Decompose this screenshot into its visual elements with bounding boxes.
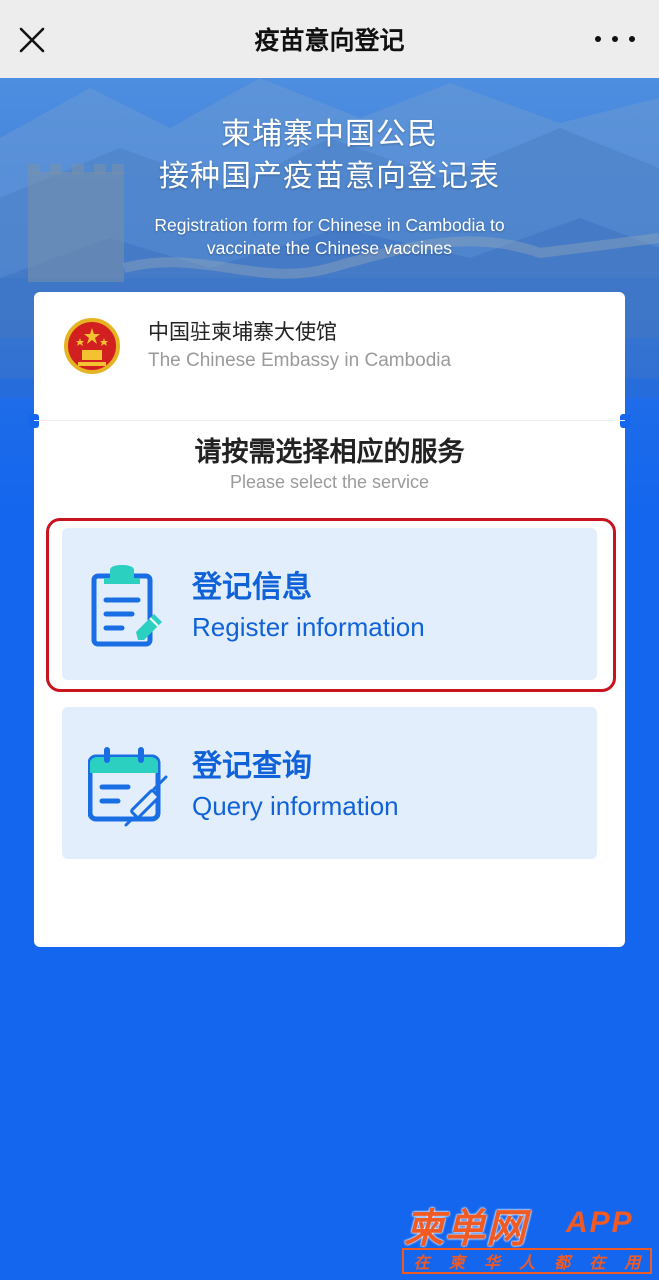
card-notch-right bbox=[620, 414, 630, 428]
more-icon[interactable] bbox=[595, 28, 635, 50]
close-icon[interactable] bbox=[16, 24, 48, 56]
watermark-slogan: 在 柬 华 人 都 在 用 bbox=[402, 1248, 652, 1274]
calendar-syringe-icon bbox=[88, 747, 168, 827]
watermark-slogan-char: 在 bbox=[589, 1253, 606, 1272]
query-information-label-en: Query information bbox=[192, 791, 399, 821]
embassy-name-en: The Chinese Embassy in Cambodia bbox=[148, 350, 452, 371]
service-card: 中国驻柬埔寨大使馆 The Chinese Embassy in Cambodi… bbox=[29, 292, 630, 947]
embassy-name-cn: 中国驻柬埔寨大使馆 bbox=[148, 320, 337, 344]
national-emblem-icon bbox=[64, 318, 120, 374]
query-information-button[interactable]: 登记查询 Query information bbox=[62, 707, 597, 859]
watermark-slogan-char: 都 bbox=[554, 1253, 571, 1272]
top-bar: 疫苗意向登记 bbox=[0, 0, 659, 78]
hero-title-line2: 接种国产疫苗意向登记表 bbox=[159, 159, 500, 194]
hero-subtitle-line1: Registration form for Chinese in Cambodi… bbox=[154, 215, 505, 235]
hero-subtitle-line2: vaccinate the Chinese vaccines bbox=[206, 238, 453, 258]
watermark-slogan-char: 在 bbox=[413, 1253, 430, 1272]
watermark-slogan-char: 人 bbox=[518, 1253, 535, 1272]
hero-title-line1: 柬埔寨中国公民 bbox=[221, 117, 438, 152]
clipboard-edit-icon bbox=[91, 565, 162, 647]
hero-title: 柬埔寨中国公民 接种国产疫苗意向登记表 bbox=[0, 114, 659, 198]
watermark-slogan-char: 用 bbox=[624, 1253, 641, 1272]
card-notch-left bbox=[29, 414, 39, 428]
register-information-label-cn: 登记信息 bbox=[192, 570, 312, 605]
register-information-label-en: Register information bbox=[192, 612, 425, 642]
query-information-label-cn: 登记查询 bbox=[192, 749, 312, 784]
watermark-slogan-char: 柬 bbox=[448, 1253, 465, 1272]
hero-subtitle: Registration form for Chinese in Cambodi… bbox=[0, 214, 659, 260]
select-service-subheading: Please select the service bbox=[229, 472, 430, 492]
watermark-slogan-char: 华 bbox=[483, 1253, 500, 1272]
divider bbox=[34, 420, 625, 421]
watermark: 柬单网 APP 在 柬 华 人 都 在 用 bbox=[400, 1196, 659, 1280]
watermark-logo: 柬单网 bbox=[404, 1206, 527, 1252]
select-service-heading: 请按需选择相应的服务 bbox=[194, 437, 465, 468]
register-information-button[interactable]: 登记信息 Register information bbox=[62, 528, 597, 680]
page-title: 疫苗意向登记 bbox=[254, 26, 405, 55]
watermark-app: APP bbox=[566, 1206, 634, 1239]
